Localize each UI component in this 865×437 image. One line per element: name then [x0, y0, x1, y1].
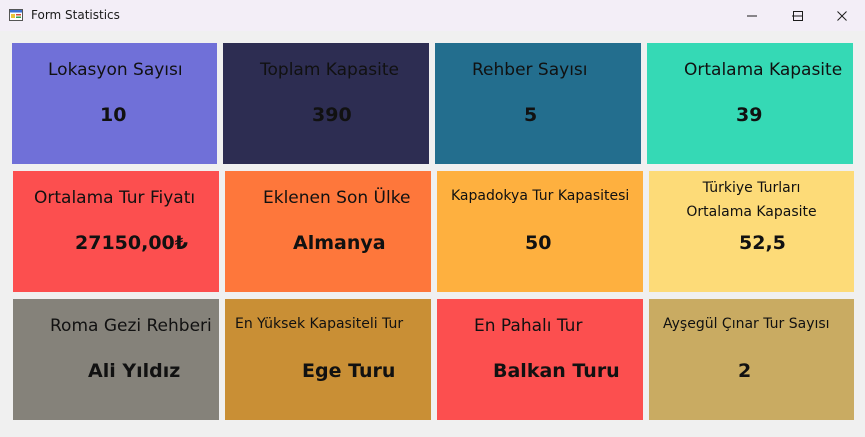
tile-label: Ortalama Kapasite: [684, 60, 843, 80]
tile-label: Toplam Kapasite: [260, 60, 399, 80]
tile-label: Ayşegül Çınar Tur Sayısı: [663, 316, 830, 332]
tile-label: Ortalama Tur Fiyatı: [34, 188, 196, 208]
tile-lokasyon-sayisi: Lokasyon Sayısı 10: [12, 43, 217, 164]
tile-label-line1: Türkiye Turları: [702, 180, 801, 196]
tile-value: 390: [312, 104, 352, 126]
window-title: Form Statistics: [31, 8, 120, 22]
close-button[interactable]: [819, 0, 865, 31]
tile-label: Roma Gezi Rehberi: [50, 316, 212, 336]
tile-label: Kapadokya Tur Kapasitesi: [451, 188, 630, 204]
tile-toplam-kapasite: Toplam Kapasite 390: [223, 43, 429, 164]
tile-label: Lokasyon Sayısı: [48, 60, 183, 80]
tile-value: 39: [736, 104, 763, 126]
maximize-icon: [793, 11, 803, 21]
tile-value: Almanya: [293, 232, 386, 254]
tile-turkiye-turlari: Türkiye Turları Ortalama Kapasite 52,5: [649, 171, 854, 292]
tile-kapadokya-tur-kapasitesi: Kapadokya Tur Kapasitesi 50: [437, 171, 643, 292]
tile-value: 2: [738, 360, 752, 382]
tile-label-line2: Ortalama Kapasite: [686, 204, 817, 220]
app-icon: [9, 9, 23, 21]
tile-value: 10: [100, 104, 127, 126]
tile-ortalama-tur-fiyati: Ortalama Tur Fiyatı 27150,00₺: [13, 171, 219, 292]
tile-en-yuksek-kapasiteli-tur: En Yüksek Kapasiteli Tur Ege Turu: [225, 299, 431, 420]
tile-value: Balkan Turu: [493, 360, 620, 382]
minimize-icon: [747, 15, 757, 17]
tile-value: Ali Yıldız: [88, 360, 181, 382]
tile-aysegul-cinar-tur-sayisi: Ayşegül Çınar Tur Sayısı 2: [649, 299, 854, 420]
tile-value: 52,5: [739, 232, 786, 254]
tile-label: Rehber Sayısı: [472, 60, 588, 80]
tile-roma-gezi-rehberi: Roma Gezi Rehberi Ali Yıldız: [13, 299, 219, 420]
close-icon: [837, 11, 847, 21]
maximize-button[interactable]: [775, 0, 821, 31]
tile-value: 27150,00₺: [75, 232, 188, 254]
form-client-area: Lokasyon Sayısı 10 Toplam Kapasite 390 R…: [0, 31, 865, 437]
tile-label: En Yüksek Kapasiteli Tur: [235, 316, 404, 332]
tile-label: En Pahalı Tur: [474, 316, 583, 336]
tile-value: Ege Turu: [302, 360, 396, 382]
tile-value: 5: [524, 104, 538, 126]
tile-ortalama-kapasite: Ortalama Kapasite 39: [647, 43, 853, 164]
tile-eklenen-son-ulke: Eklenen Son Ülke Almanya: [225, 171, 431, 292]
tile-en-pahali-tur: En Pahalı Tur Balkan Turu: [437, 299, 643, 420]
tile-label: Eklenen Son Ülke: [263, 188, 411, 208]
minimize-button[interactable]: [729, 0, 775, 31]
tile-value: 50: [525, 232, 552, 254]
tile-rehber-sayisi: Rehber Sayısı 5: [435, 43, 641, 164]
